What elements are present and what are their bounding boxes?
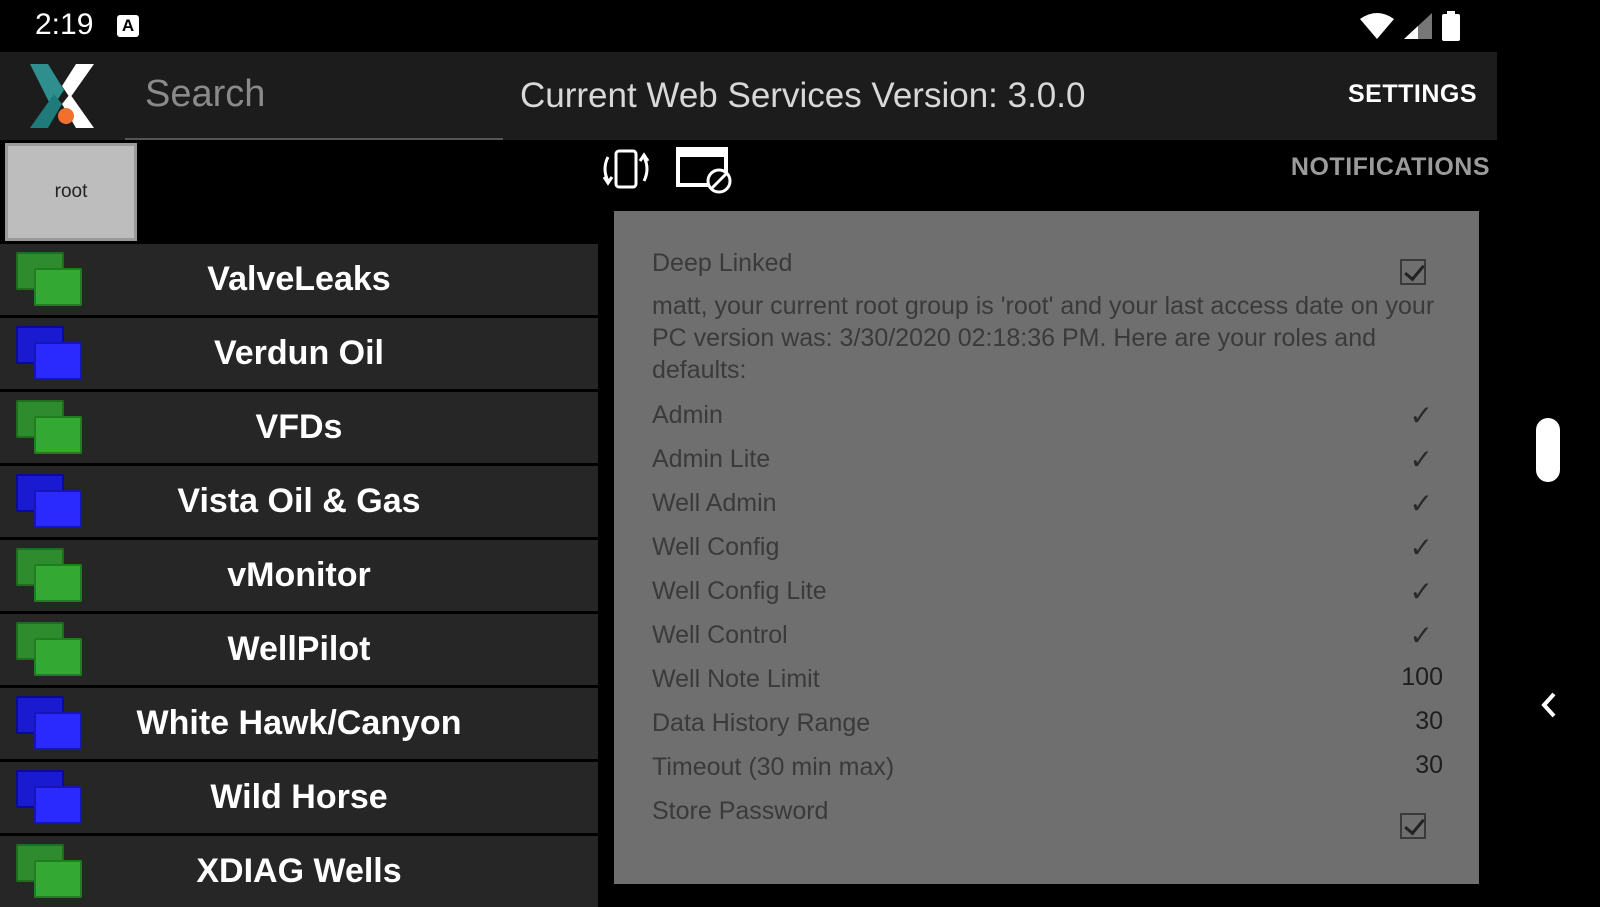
role-row: Admin Lite ✓ <box>652 444 1443 485</box>
folder-stack-icon <box>14 840 84 900</box>
list-item[interactable]: Vista Oil & Gas <box>0 466 598 537</box>
group-label: vMonitor <box>227 556 371 594</box>
list-item[interactable]: vMonitor <box>0 540 598 611</box>
check-icon: ✓ <box>1409 532 1433 563</box>
role-row: Well Note Limit 100 <box>652 663 1443 705</box>
group-label: ValveLeaks <box>207 260 391 298</box>
list-item[interactable]: XDIAG Wells <box>0 836 598 907</box>
list-item[interactable]: VFDs <box>0 392 598 463</box>
check-icon: ✓ <box>1409 400 1433 431</box>
group-list: ValveLeaks Verdun Oil VFDs Vista Oil & G… <box>0 244 598 907</box>
role-name: Well Config <box>652 533 780 561</box>
search-field[interactable] <box>125 52 503 140</box>
user-info-panel: Deep Linked matt, your current root grou… <box>614 211 1479 884</box>
wifi-icon <box>1360 13 1394 39</box>
screen-rotation-icon[interactable] <box>600 143 652 195</box>
group-label: Vista Oil & Gas <box>177 482 421 520</box>
x-logo-icon[interactable] <box>26 62 98 130</box>
role-row: Timeout (30 min max) 30 <box>652 751 1443 793</box>
role-name: Well Control <box>652 621 788 649</box>
group-label: VFDs <box>255 408 343 446</box>
user-message: matt, your current root group is 'root' … <box>652 292 1435 384</box>
folder-stack-icon <box>14 544 84 604</box>
cell-signal-icon <box>1404 13 1432 39</box>
role-row: Admin ✓ <box>652 400 1443 441</box>
list-item[interactable]: White Hawk/Canyon <box>0 688 598 759</box>
folder-stack-icon <box>14 618 84 678</box>
role-row: Well Config Lite ✓ <box>652 576 1443 617</box>
deep-linked-label: Deep Linked <box>652 249 793 277</box>
list-item[interactable]: Verdun Oil <box>0 318 598 389</box>
app-bar: Current Web Services Version: 3.0.0 SETT… <box>0 52 1497 140</box>
group-label: XDIAG Wells <box>196 852 402 890</box>
folder-stack-icon <box>14 248 84 308</box>
group-label: WellPilot <box>227 630 371 668</box>
check-icon: ✓ <box>1409 444 1433 475</box>
role-row: Well Admin ✓ <box>652 488 1443 529</box>
list-item[interactable]: ValveLeaks <box>0 244 598 315</box>
check-icon: ✓ <box>1409 620 1433 651</box>
folder-stack-icon <box>14 470 84 530</box>
status-time: 2:19 <box>35 8 94 41</box>
store-password-label: Store Password <box>652 797 829 825</box>
role-name: Well Config Lite <box>652 577 827 605</box>
role-name: Well Admin <box>652 489 777 517</box>
version-text: Current Web Services Version: 3.0.0 <box>520 76 1086 115</box>
search-input[interactable] <box>143 70 487 118</box>
folder-stack-icon <box>14 766 84 826</box>
deep-linked-checkbox[interactable] <box>1400 259 1426 285</box>
notification-a-icon: A <box>117 15 139 37</box>
check-icon: ✓ <box>1409 576 1433 607</box>
group-label: Verdun Oil <box>213 334 385 372</box>
folder-stack-icon <box>14 322 84 382</box>
check-icon: ✓ <box>1409 488 1433 519</box>
role-name: Timeout (30 min max) <box>652 753 895 781</box>
root-group-button[interactable]: root <box>5 143 137 241</box>
group-label: Wild Horse <box>210 778 388 816</box>
status-bar: 2:19 A <box>0 0 1600 52</box>
role-row: Data History Range 30 <box>652 707 1443 749</box>
settings-button[interactable]: SETTINGS <box>1348 80 1477 109</box>
folder-stack-icon <box>14 692 84 752</box>
battery-icon <box>1442 11 1460 41</box>
role-row: Well Config ✓ <box>652 532 1443 573</box>
screen-lock-icon[interactable] <box>675 143 733 195</box>
role-name: Admin Lite <box>652 445 771 473</box>
scroll-handle[interactable] <box>1536 418 1560 482</box>
status-icons <box>1360 10 1460 42</box>
role-row: Store Password <box>652 797 1443 837</box>
list-item[interactable]: WellPilot <box>0 614 598 685</box>
role-row: Well Control ✓ <box>652 620 1443 661</box>
group-label: White Hawk/Canyon <box>136 704 462 742</box>
role-name: Well Note Limit <box>652 665 820 693</box>
role-value: 30 <box>1415 751 1443 779</box>
role-value: 30 <box>1415 707 1443 735</box>
list-item[interactable]: Wild Horse <box>0 762 598 833</box>
folder-stack-icon <box>14 396 84 456</box>
notifications-button[interactable]: NOTIFICATIONS <box>1291 153 1490 182</box>
role-name: Admin <box>652 401 723 429</box>
chevron-left-icon[interactable] <box>1536 688 1562 722</box>
role-value: 100 <box>1401 663 1443 691</box>
store-password-checkbox[interactable] <box>1400 813 1426 839</box>
role-name: Data History Range <box>652 709 871 737</box>
